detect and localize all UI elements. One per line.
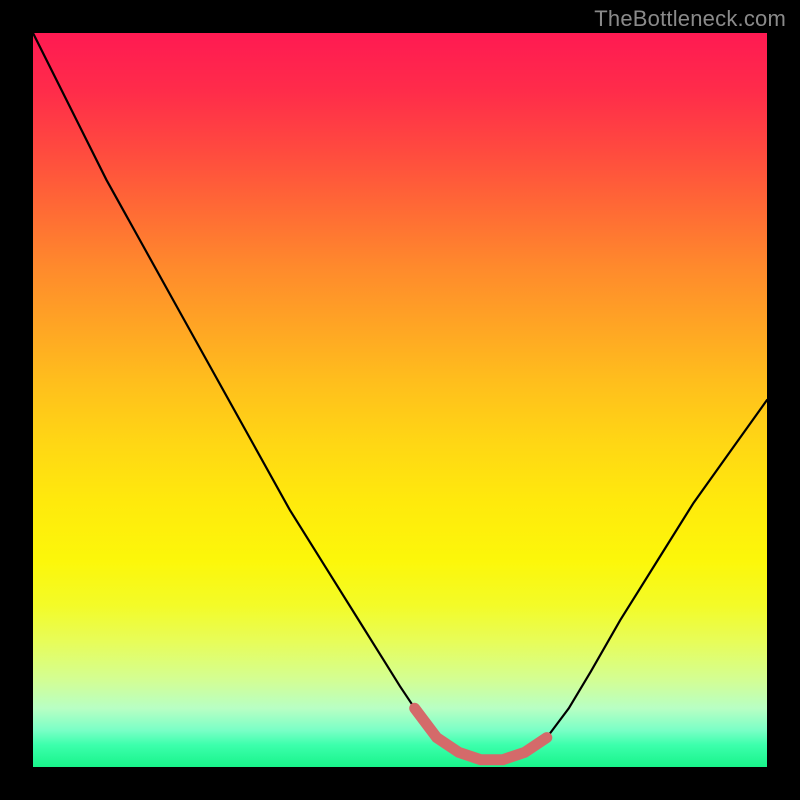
watermark-text: TheBottleneck.com	[594, 6, 786, 32]
bottleneck-curve	[33, 33, 767, 760]
optimal-range-highlight	[415, 708, 547, 759]
chart-stage: TheBottleneck.com	[0, 0, 800, 800]
curve-layer	[33, 33, 767, 767]
plot-area	[33, 33, 767, 767]
